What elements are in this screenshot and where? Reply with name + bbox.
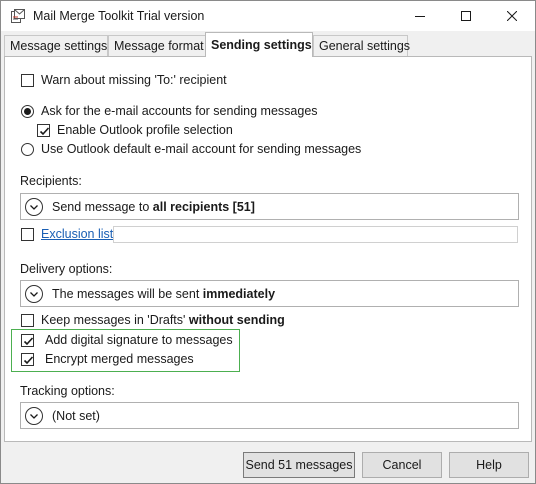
checkmark-icon <box>23 355 34 364</box>
title-bar: Mail Merge Toolkit Trial version <box>1 1 535 31</box>
encrypt-option[interactable]: Encrypt merged messages <box>21 352 194 366</box>
exclusion-list-link[interactable]: Exclusion list <box>41 227 113 241</box>
mail-merge-dialog: Mail Merge Toolkit Trial version Message… <box>0 0 536 484</box>
digital-signature-checkbox[interactable] <box>21 333 34 347</box>
digital-signature-label: Add digital signature to messages <box>45 333 233 347</box>
recipients-dropdown-text: Send message to all recipients [51] <box>52 200 255 214</box>
keep-drafts-prefix: Keep messages in 'Drafts' <box>41 313 189 327</box>
checkmark-icon <box>39 126 50 135</box>
tracking-options-heading: Tracking options: <box>20 384 115 398</box>
mail-merge-app-icon <box>10 8 26 24</box>
ask-accounts-label: Ask for the e-mail accounts for sending … <box>41 104 318 118</box>
maximize-button[interactable] <box>443 1 489 31</box>
keep-drafts-option[interactable]: Keep messages in 'Drafts' without sendin… <box>21 313 285 327</box>
digital-signature-option[interactable]: Add digital signature to messages <box>21 333 233 347</box>
close-button[interactable] <box>489 1 535 31</box>
tab-strip: Message settings Message format Sending … <box>1 31 535 57</box>
enable-outlook-profile-label: Enable Outlook profile selection <box>57 123 233 137</box>
tracking-dropdown-text: (Not set) <box>52 408 100 423</box>
minimize-icon <box>415 16 425 17</box>
ask-accounts-radio[interactable] <box>21 104 34 118</box>
exclusion-list-field[interactable] <box>113 226 518 243</box>
send-messages-button[interactable]: Send 51 messages <box>243 452 355 478</box>
keep-drafts-label: Keep messages in 'Drafts' without sendin… <box>41 313 285 327</box>
exclusion-list-option[interactable]: Exclusion list <box>21 227 113 241</box>
delivery-value: immediately <box>202 286 276 301</box>
recipients-dropdown[interactable]: Send message to all recipients [51] <box>20 193 519 220</box>
help-button[interactable]: Help <box>449 452 529 478</box>
recipients-prefix: Send message to <box>52 199 153 214</box>
exclusion-list-checkbox[interactable] <box>21 227 34 241</box>
cancel-button[interactable]: Cancel <box>362 452 442 478</box>
enable-outlook-profile-option[interactable]: Enable Outlook profile selection <box>37 123 233 137</box>
encrypt-label: Encrypt merged messages <box>45 352 194 366</box>
delivery-options-heading: Delivery options: <box>20 262 113 276</box>
chevron-down-icon <box>25 197 43 216</box>
use-default-account-label: Use Outlook default e-mail account for s… <box>41 142 362 156</box>
delivery-dropdown[interactable]: The messages will be sent immediately <box>20 280 519 307</box>
sending-settings-panel: Warn about missing 'To:' recipient Ask f… <box>4 56 532 442</box>
keep-drafts-checkbox[interactable] <box>21 313 34 327</box>
use-default-account-option[interactable]: Use Outlook default e-mail account for s… <box>21 142 361 156</box>
delivery-prefix: The messages will be sent <box>52 286 203 301</box>
recipients-heading: Recipients: <box>20 174 82 188</box>
warn-missing-to-checkbox[interactable] <box>21 73 34 87</box>
checkmark-icon <box>23 336 34 345</box>
keep-drafts-bold: without sending <box>188 313 285 327</box>
tab-sending-settings[interactable]: Sending settings <box>205 32 313 57</box>
window-title: Mail Merge Toolkit Trial version <box>33 9 205 23</box>
use-default-account-radio[interactable] <box>21 142 34 156</box>
tracking-dropdown[interactable]: (Not set) <box>20 402 519 429</box>
tab-message-settings[interactable]: Message settings <box>4 35 108 56</box>
tab-general-settings[interactable]: General settings <box>313 35 410 56</box>
maximize-icon <box>461 11 471 21</box>
warn-missing-to-option[interactable]: Warn about missing 'To:' recipient <box>21 73 227 87</box>
chevron-down-icon <box>25 406 43 425</box>
minimize-button[interactable] <box>397 1 443 31</box>
ask-accounts-option[interactable]: Ask for the e-mail accounts for sending … <box>21 104 318 118</box>
delivery-dropdown-text: The messages will be sent immediately <box>52 287 275 301</box>
recipients-value: all recipients [51] <box>152 199 255 214</box>
chevron-down-icon <box>25 284 43 303</box>
encrypt-checkbox[interactable] <box>21 352 34 366</box>
close-icon <box>507 11 517 21</box>
warn-missing-to-label: Warn about missing 'To:' recipient <box>41 73 227 87</box>
enable-outlook-profile-checkbox[interactable] <box>37 123 50 137</box>
dialog-footer: Send 51 messages Cancel Help <box>1 445 535 483</box>
tab-message-format[interactable]: Message format <box>108 35 206 56</box>
